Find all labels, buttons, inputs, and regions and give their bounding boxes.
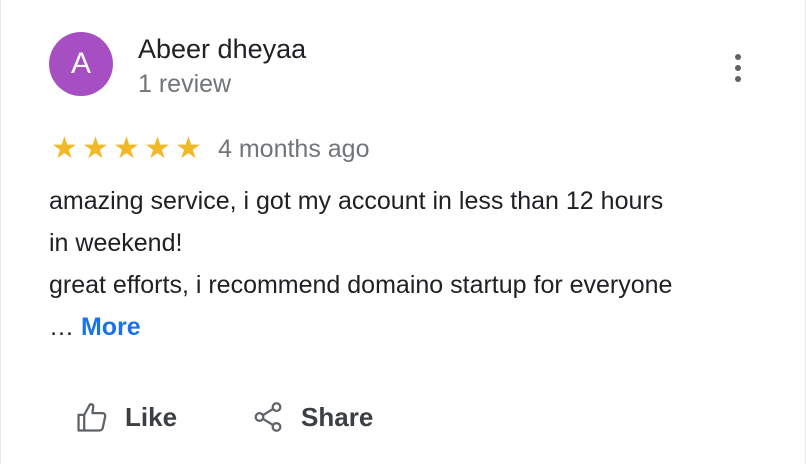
- star-rating: ★ ★ ★ ★ ★: [49, 134, 204, 164]
- star-icon: ★: [82, 132, 109, 165]
- star-icon: ★: [175, 132, 202, 165]
- share-icon: [254, 402, 282, 432]
- review-time: 4 months ago: [218, 134, 370, 163]
- more-vert-icon-dot: [735, 76, 741, 82]
- review-text: amazing service, i got my account in les…: [49, 180, 769, 348]
- review-text-line-last: … More: [49, 306, 769, 348]
- share-label: Share: [301, 401, 374, 432]
- thumbs-up-icon: [77, 403, 107, 432]
- star-icon: ★: [144, 132, 171, 165]
- ellipsis: …: [49, 313, 74, 341]
- reviewer-review-count[interactable]: 1 review: [138, 70, 231, 99]
- rating-row: ★ ★ ★ ★ ★ 4 months ago: [49, 134, 370, 164]
- avatar[interactable]: A: [49, 32, 113, 96]
- avatar-initial: A: [70, 47, 91, 80]
- review-text-line: amazing service, i got my account in les…: [49, 187, 664, 215]
- more-vert-icon-dot: [735, 65, 741, 71]
- like-label: Like: [125, 401, 178, 432]
- star-icon: ★: [51, 132, 78, 165]
- more-options-button[interactable]: [726, 52, 750, 84]
- star-icon: ★: [113, 132, 140, 165]
- more-link[interactable]: More: [81, 313, 141, 341]
- share-button[interactable]: Share: [251, 400, 373, 434]
- like-button[interactable]: Like: [75, 400, 177, 434]
- reviewer-name[interactable]: Abeer dheyaa: [138, 34, 306, 65]
- review-text-line: great efforts, i recommend domaino start…: [49, 271, 673, 299]
- review-actions: Like Share: [75, 400, 447, 434]
- review-card: A Abeer dheyaa 1 review ★ ★ ★ ★ ★ 4 mont…: [0, 0, 806, 464]
- more-vert-icon: [735, 54, 741, 60]
- review-text-line: in weekend!: [49, 229, 183, 257]
